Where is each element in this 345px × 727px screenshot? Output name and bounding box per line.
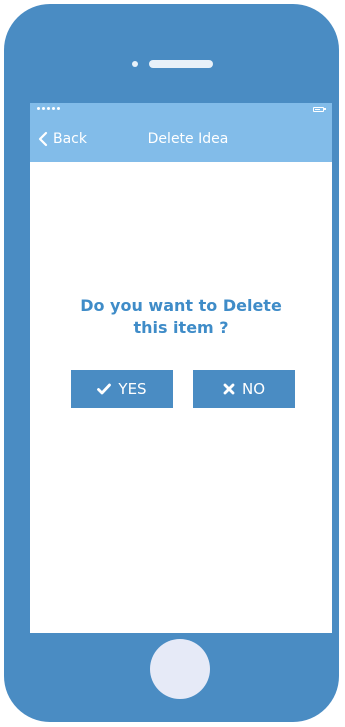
yes-button[interactable]: YES — [71, 370, 173, 408]
yes-label: YES — [118, 380, 147, 398]
speaker-slot — [149, 60, 213, 68]
prompt-line-1: Do you want to Delete — [80, 296, 282, 315]
navigation-bar: Back Delete Idea — [30, 103, 332, 162]
home-button[interactable] — [150, 639, 210, 699]
signal-dots-icon — [37, 107, 60, 110]
no-label: NO — [241, 380, 266, 398]
delete-prompt: Do you want to Delete this item ? — [30, 295, 332, 339]
phone-screen: Back Delete Idea Do you want to Delete t… — [30, 103, 332, 633]
prompt-line-2: this item ? — [133, 318, 229, 337]
check-icon — [97, 383, 112, 395]
battery-icon — [313, 107, 326, 112]
camera-dot — [132, 61, 138, 67]
no-button[interactable]: NO — [193, 370, 295, 408]
close-icon — [223, 383, 235, 395]
page-title: Delete Idea — [147, 131, 229, 147]
phone-frame: Back Delete Idea Do you want to Delete t… — [4, 4, 339, 722]
